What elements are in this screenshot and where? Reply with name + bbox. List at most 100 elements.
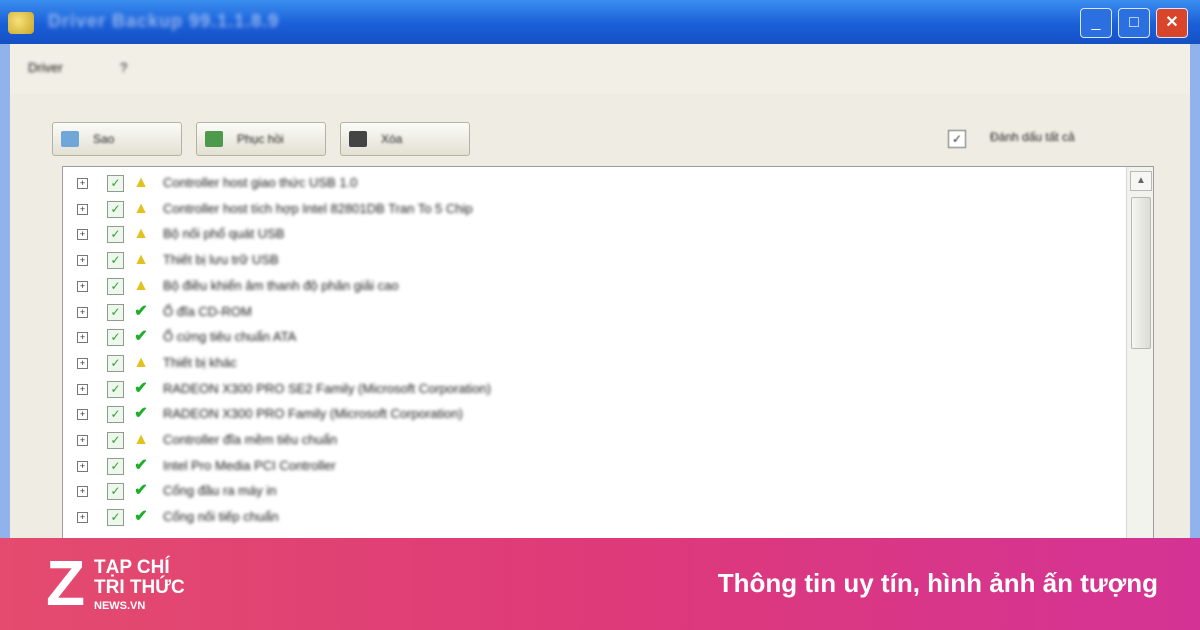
expand-icon[interactable]: + [77,486,88,498]
delete-button[interactable]: Xóa [340,122,470,156]
list-item[interactable]: + ✓ ✔ Ổ cứng tiêu chuẩn ATA [63,325,1123,351]
expand-icon[interactable]: + [77,460,88,472]
list-item-label: Thiết bị lưu trữ USB [163,252,279,268]
list-item-label: Bộ nối phổ quát USB [163,226,285,242]
warning-icon: ▲ [133,174,149,191]
row-checkbox[interactable]: ✓ [107,252,124,270]
row-checkbox[interactable]: ✓ [107,406,124,424]
menu-item-driver[interactable]: Driver [28,60,63,75]
list-item[interactable]: + ✓ ▲ Bộ điều khiển âm thanh độ phân giải c… [63,274,1123,300]
list-item[interactable]: + ✓ ▲ Thiết bị lưu trữ USB [63,248,1123,274]
expand-icon[interactable]: + [77,512,88,524]
list-item[interactable]: + ✓ ▲ Thiết bị khác [63,351,1123,377]
ok-check-icon: ✔ [134,302,148,320]
delete-button-label: Xóa [381,132,403,146]
expand-icon[interactable]: + [77,229,88,241]
ok-check-icon: ✔ [134,328,148,346]
expand-icon[interactable]: + [77,332,88,344]
list-item-label: RADEON X300 PRO SE2 Family (Microsoft Co… [163,380,491,396]
brand-logo[interactable]: Z TẠP CHÍ TRI THỨC NEWS.VN [46,548,186,618]
expand-icon[interactable]: + [77,306,88,318]
row-checkbox[interactable]: ✓ [107,457,124,475]
save-button[interactable]: Sao [52,122,182,156]
warning-icon: ▲ [133,431,149,448]
list-item-label: Controller host giao thức USB 1.0 [163,175,358,190]
row-checkbox[interactable]: ✓ [107,303,124,321]
ok-check-icon: ✔ [134,508,148,526]
warning-icon: ▲ [133,225,149,243]
maximize-button[interactable]: □ [1118,8,1150,38]
menu-item-help[interactable]: ? [120,60,127,75]
expand-icon[interactable]: + [77,203,88,215]
expand-icon[interactable]: + [77,178,88,189]
row-checkbox[interactable]: ✓ [107,277,124,295]
row-checkbox[interactable]: ✓ [107,200,124,218]
list-item[interactable]: + ✓ ▲ Bộ nối phổ quát USB [63,222,1123,248]
close-button[interactable]: ✕ [1156,8,1188,38]
main-panel: Sao Phục hồi Xóa ✓ Đánh dấu tất cả ▲ + ✓ ▲… [0,94,1200,540]
window-title: Driver Backup 99.1.1.8.9 [48,11,280,31]
brand-banner: Z TẠP CHÍ TRI THỨC NEWS.VN Thông tin uy … [0,538,1200,630]
restore-button[interactable]: Phục hồi [196,122,326,156]
list-item-label: Bộ điều khiển âm thanh độ phân giải cao [163,277,399,293]
row-checkbox[interactable]: ✓ [107,175,124,192]
logo-line2: TRI THỨC [94,577,185,598]
list-item[interactable]: + ✓ ✔ RADEON X300 PRO SE2 Family (Microsoft… [63,377,1123,403]
ok-check-icon: ✔ [134,405,148,423]
expand-icon[interactable]: + [77,255,88,267]
delete-icon [349,131,367,147]
scroll-thumb[interactable] [1131,197,1151,349]
list-item[interactable]: + ✓ ▲ Controller host tích hợp Intel 82801D… [63,197,1123,223]
warning-icon: ▲ [133,276,149,294]
list-item[interactable]: + ✓ ✔ Ổ đĩa CD-ROM [63,300,1123,326]
ok-check-icon: ✔ [134,482,148,500]
list-item-label: Ổ cứng tiêu chuẩn ATA [163,329,297,345]
minimize-button[interactable]: _ [1080,8,1112,38]
save-button-label: Sao [93,132,115,146]
row-checkbox[interactable]: ✓ [107,329,124,347]
expand-icon[interactable]: + [77,357,88,369]
row-checkbox[interactable]: ✓ [107,226,124,244]
list-item[interactable]: + ✓ ▲ Controller đĩa mềm tiêu chuẩn [63,428,1123,454]
expand-icon[interactable]: + [77,383,88,395]
vertical-scrollbar[interactable]: ▲ [1126,167,1153,539]
row-checkbox[interactable]: ✓ [107,509,124,527]
ok-check-icon: ✔ [134,379,148,397]
list-item-label: RADEON X300 PRO Family (Microsoft Corpor… [163,406,463,422]
warning-icon: ▲ [133,353,149,371]
banner-slogan: Thông tin uy tín, hình ảnh ấn tượng [717,568,1158,598]
driver-list[interactable]: ▲ + ✓ ▲ Controller host giao thức USB 1.0 + ✓… [62,166,1154,540]
list-item-label: Cổng nối tiếp chuẩn [163,509,279,525]
expand-icon[interactable]: + [77,435,88,446]
row-checkbox[interactable]: ✓ [107,483,124,501]
row-checkbox[interactable]: ✓ [107,354,124,372]
logo-letter: Z [46,547,86,619]
row-checkbox[interactable]: ✓ [107,380,124,398]
save-icon [61,131,79,147]
list-item-label: Cổng đầu ra máy in [163,483,277,499]
list-item-label: Thiết bị khác [163,354,237,370]
restore-button-label: Phục hồi [237,132,284,146]
list-item[interactable]: + ✓ ✔ Cổng nối tiếp chuẩn [63,505,1123,531]
scroll-up-button[interactable]: ▲ [1130,171,1152,191]
list-item-label: Controller đĩa mềm tiêu chuẩn [163,432,338,447]
restore-icon [205,131,223,147]
expand-icon[interactable]: + [77,409,88,421]
list-item-label: Ổ đĩa CD-ROM [163,303,252,319]
menu-bar: Driver ? [0,44,1200,94]
list-item-label: Intel Pro Media PCI Controller [163,457,336,473]
warning-icon: ▲ [133,251,149,269]
row-checkbox[interactable]: ✓ [107,432,124,449]
expand-icon[interactable]: + [77,280,88,292]
list-item[interactable]: + ✓ ✔ Cổng đầu ra máy in [63,479,1123,505]
logo-line1: TẠP CHÍ [94,557,170,578]
window-titlebar[interactable]: Driver Backup 99.1.1.8.9 _ □ ✕ [0,0,1200,44]
select-all-label: Đánh dấu tất cả [990,130,1075,144]
list-item-label: Controller host tích hợp Intel 82801DB T… [163,200,473,216]
list-item[interactable]: + ✓ ✔ RADEON X300 PRO Family (Microsoft Cor… [63,402,1123,428]
list-item[interactable]: + ✓ ▲ Controller host giao thức USB 1.0 [63,171,1123,197]
warning-icon: ▲ [133,199,149,217]
logo-line3: NEWS.VN [94,600,146,612]
select-all-checkbox[interactable]: ✓ [948,130,966,148]
list-item[interactable]: + ✓ ✔ Intel Pro Media PCI Controller [63,454,1123,480]
